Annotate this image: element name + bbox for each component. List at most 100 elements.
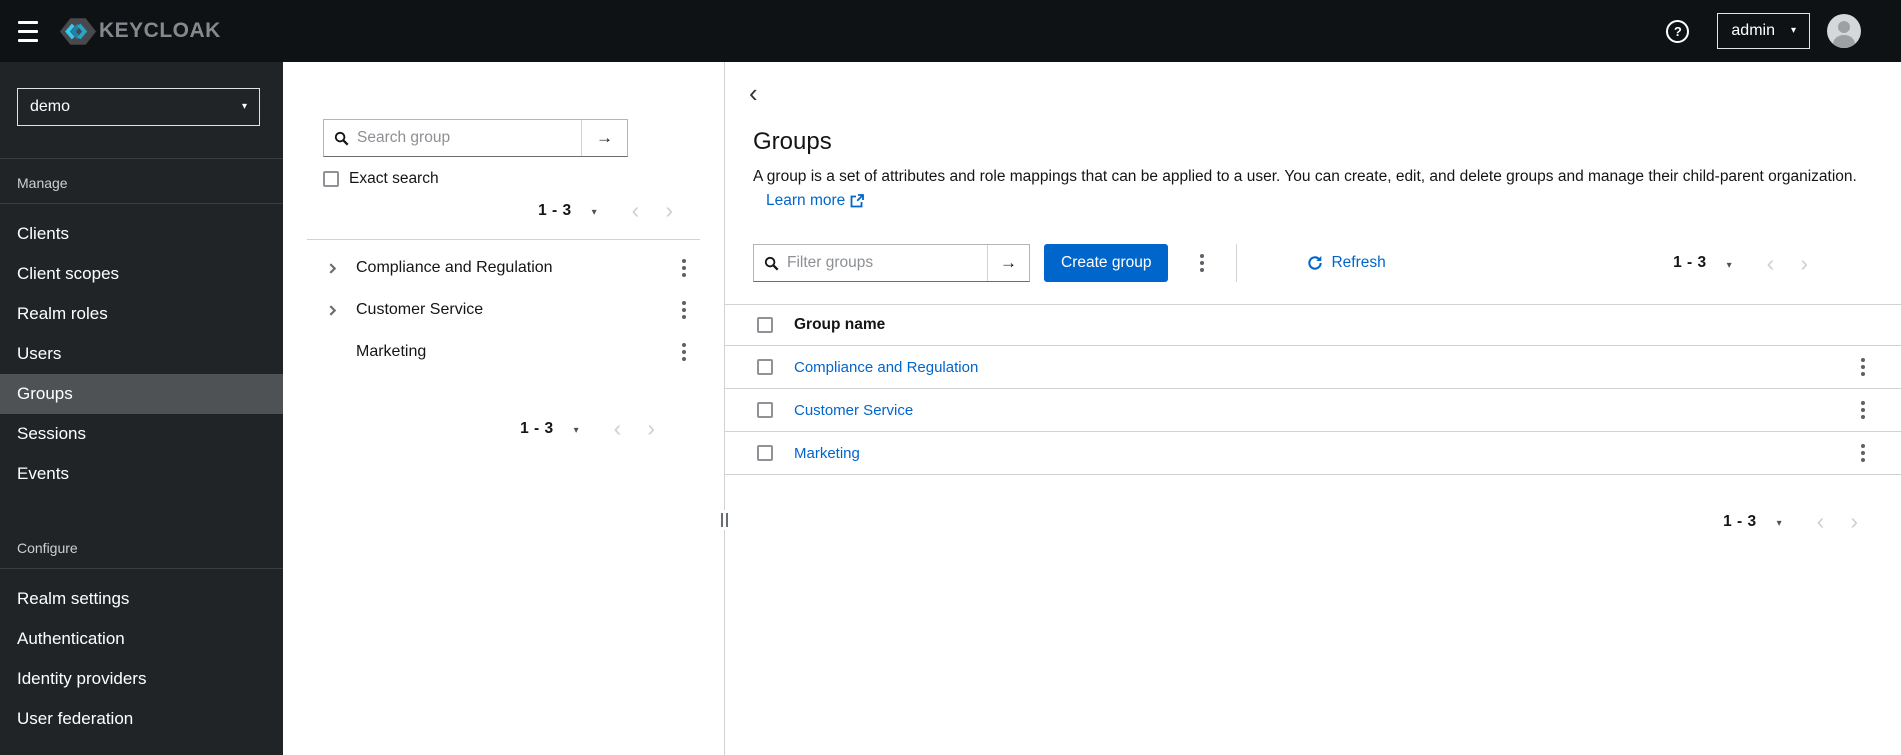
realm-selector[interactable]: demo ▾ — [17, 88, 260, 126]
kebab-menu-icon[interactable] — [674, 295, 694, 325]
table-row: Customer Service — [725, 389, 1901, 432]
sidebar-item-groups[interactable]: Groups — [0, 374, 283, 414]
chevron-right-icon: › — [1850, 508, 1858, 534]
pagination-prev-button[interactable]: ‹ — [619, 199, 653, 222]
sidebar-item-sessions[interactable]: Sessions — [0, 414, 283, 454]
pagination-prev-button[interactable]: ‹ — [1804, 510, 1838, 533]
filter-groups-input[interactable] — [779, 245, 987, 281]
group-name-link[interactable]: Customer Service — [794, 402, 913, 419]
sidebar-item-user-federation[interactable]: User federation — [0, 699, 283, 739]
expand-chevron-icon[interactable] — [327, 262, 339, 274]
realm-selector-value: demo — [30, 98, 71, 115]
sidebar-item-events[interactable]: Events — [0, 454, 283, 494]
pagination-next-button[interactable]: › — [1837, 510, 1871, 533]
arrow-right-icon: → — [596, 128, 613, 147]
row-kebab-menu-icon[interactable] — [1853, 395, 1873, 425]
main-layout: demo ▾ Manage Clients Client scopes Real… — [0, 62, 1901, 755]
search-group-submit-button[interactable]: → — [581, 120, 627, 156]
description-text: A group is a set of attributes and role … — [753, 168, 1857, 185]
tree-divider — [307, 239, 700, 240]
chevron-down-icon: ▾ — [1776, 518, 1782, 529]
pagination-options-toggle[interactable]: ▾ — [1771, 510, 1788, 533]
pagination-next-button[interactable]: › — [652, 199, 686, 222]
sidebar-item-identity-providers[interactable]: Identity providers — [0, 659, 283, 699]
refresh-button[interactable]: Refresh — [1307, 254, 1386, 272]
group-name-link[interactable]: Compliance and Regulation — [794, 359, 978, 376]
search-group-input[interactable] — [349, 120, 581, 156]
expand-chevron-icon[interactable] — [327, 304, 339, 316]
kebab-menu-icon[interactable] — [674, 253, 694, 283]
learn-more-link[interactable]: Learn more — [766, 189, 865, 213]
app-root: KEYCLOAK ? admin ▾ demo ▾ Manage Clients… — [0, 0, 1901, 755]
sidebar-item-users[interactable]: Users — [0, 334, 283, 374]
user-menu-dropdown[interactable]: admin ▾ — [1717, 13, 1810, 49]
external-link-icon — [850, 194, 865, 208]
search-icon — [754, 245, 779, 281]
masthead: KEYCLOAK ? admin ▾ — [0, 0, 1901, 62]
pagination-next-button[interactable]: › — [634, 417, 668, 440]
pagination-prev-button[interactable]: ‹ — [1754, 251, 1788, 275]
tree-item: Compliance and Regulation — [283, 247, 724, 289]
pagination-range: 1 - 3 — [538, 201, 572, 219]
pagination-prev-button[interactable]: ‹ — [601, 417, 635, 440]
chevron-left-icon: ‹ — [613, 415, 622, 441]
row-kebab-menu-icon[interactable] — [1853, 352, 1873, 382]
create-group-button[interactable]: Create group — [1044, 244, 1169, 282]
tree-pagination-top: 1 - 3 ▾ ‹ › — [283, 199, 686, 222]
group-name-link[interactable]: Marketing — [794, 445, 860, 462]
table-pagination-bottom: 1 - 3 ▾ ‹ › — [725, 510, 1871, 533]
row-checkbox[interactable] — [757, 445, 773, 461]
tree-pagination-bottom: 1 - 3 ▾ ‹ › — [283, 417, 668, 440]
sidebar-item-clients[interactable]: Clients — [0, 214, 283, 254]
chevron-down-icon: ▾ — [241, 101, 247, 112]
column-header-group-name: Group name — [794, 316, 886, 333]
chevron-down-icon: ▾ — [1790, 25, 1796, 36]
refresh-label: Refresh — [1331, 254, 1386, 271]
kebab-menu-icon[interactable] — [674, 337, 694, 367]
page-title: Groups — [753, 128, 832, 155]
sidebar-item-client-scopes[interactable]: Client scopes — [0, 254, 283, 294]
tree-item-label[interactable]: Customer Service — [356, 301, 483, 319]
row-checkbox[interactable] — [757, 402, 773, 418]
user-menu-label: admin — [1731, 22, 1775, 39]
chevron-left-icon: ‹ — [631, 197, 640, 223]
chevron-down-icon: ▾ — [1726, 259, 1732, 271]
sidebar-item-authentication[interactable]: Authentication — [0, 619, 283, 659]
filter-submit-button[interactable]: → — [987, 245, 1029, 281]
chevron-right-icon: › — [665, 197, 673, 223]
keycloak-logo-icon — [59, 17, 97, 45]
select-all-checkbox[interactable] — [757, 317, 773, 333]
pagination-options-toggle[interactable]: ▾ — [586, 199, 603, 222]
exact-search-checkbox[interactable] — [323, 171, 339, 187]
groups-tree: Compliance and Regulation Customer Servi… — [283, 247, 724, 373]
chevron-right-icon: › — [647, 415, 655, 441]
sidebar-nav: demo ▾ Manage Clients Client scopes Real… — [0, 62, 283, 755]
panel-resize-handle[interactable] — [719, 510, 730, 530]
tree-item: Marketing — [283, 331, 724, 373]
chevron-down-icon: ▾ — [591, 207, 597, 218]
pagination-options-toggle[interactable]: ▾ — [1721, 252, 1738, 275]
sidebar-item-realm-settings[interactable]: Realm settings — [0, 579, 283, 619]
tree-item-label[interactable]: Marketing — [356, 343, 426, 361]
keycloak-logo: KEYCLOAK — [59, 17, 221, 46]
table-pagination-top: 1 - 3 ▾ ‹ › — [1673, 249, 1821, 276]
row-checkbox[interactable] — [757, 359, 773, 375]
nav-section-manage: Manage Clients Client scopes Realm roles… — [0, 159, 283, 494]
chevron-right-icon: › — [1800, 249, 1808, 276]
exact-search-row: Exact search — [323, 170, 724, 188]
row-kebab-menu-icon[interactable] — [1853, 438, 1873, 468]
groups-table: Group name Compliance and Regulation Cus… — [725, 304, 1901, 475]
pagination-options-toggle[interactable]: ▾ — [568, 417, 585, 440]
sidebar-item-realm-roles[interactable]: Realm roles — [0, 294, 283, 334]
help-icon[interactable]: ? — [1666, 19, 1690, 43]
learn-more-label: Learn more — [766, 192, 846, 209]
nav-toggle-button[interactable] — [15, 20, 41, 42]
chevron-down-icon: ▾ — [573, 425, 579, 436]
avatar[interactable] — [1827, 14, 1861, 48]
exact-search-label: Exact search — [349, 170, 439, 187]
tree-item-label[interactable]: Compliance and Regulation — [356, 259, 553, 277]
toolbar-kebab-menu-icon[interactable] — [1192, 248, 1212, 278]
arrow-right-icon: → — [1000, 253, 1017, 272]
pagination-next-button[interactable]: › — [1787, 249, 1821, 276]
collapse-panel-chevron-icon[interactable]: ‹ — [749, 80, 775, 106]
